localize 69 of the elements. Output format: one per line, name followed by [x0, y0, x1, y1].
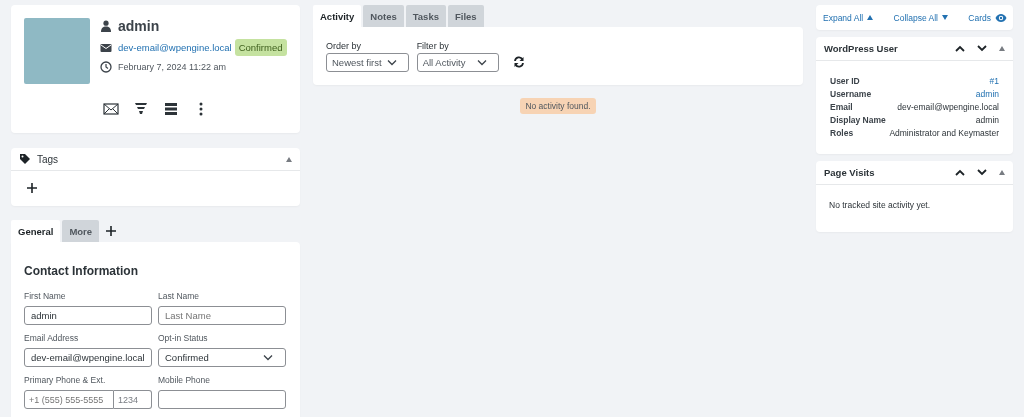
dropdown[interactable]: Confirmed	[158, 348, 286, 367]
chevron-down-icon[interactable]	[977, 169, 987, 176]
triangle-up-icon	[867, 15, 874, 20]
input-field[interactable]: Last Name	[158, 306, 286, 325]
field-label: Last Name	[158, 291, 201, 301]
extension-field[interactable]: 1234	[114, 390, 152, 409]
field-label: First Name	[24, 291, 67, 301]
field-label: Opt-in Status	[158, 333, 209, 343]
chevron-up-icon[interactable]	[955, 169, 965, 176]
tab[interactable]: General	[11, 220, 61, 242]
tab[interactable]: Activity	[313, 5, 362, 27]
card-title: Page Visits	[824, 167, 875, 178]
input-field[interactable]: admin	[24, 306, 152, 325]
chevron-up-icon[interactable]	[955, 45, 965, 52]
field-value: Administrator and Keymaster	[889, 128, 999, 138]
triangle-down-icon	[941, 15, 948, 20]
field-value: dev-email@wpengine.local	[897, 102, 999, 112]
status-badge: Confirmed	[234, 39, 287, 56]
field-value: admin	[975, 115, 999, 125]
field-label: User ID	[830, 76, 860, 86]
tab[interactable]: Files	[447, 5, 484, 27]
card-title: WordPress User	[824, 43, 898, 54]
list-icon[interactable]	[162, 101, 179, 117]
tab[interactable]: Notes	[363, 5, 404, 27]
person-icon	[100, 20, 112, 32]
email-link[interactable]: dev-email@wpengine.local	[118, 42, 232, 53]
tab[interactable]: More	[62, 220, 100, 242]
envelope-icon[interactable]	[102, 101, 119, 117]
funnel-icon[interactable]	[132, 101, 149, 117]
field-label: Mobile Phone	[158, 375, 211, 385]
dropdown[interactable]: Newest first	[326, 53, 409, 72]
tab[interactable]: Tasks	[405, 5, 446, 27]
photo-placeholder	[24, 18, 90, 84]
empty-message: No tracked site activity yet.	[828, 199, 932, 212]
chevron-down-icon	[386, 59, 397, 66]
envelope-icon	[100, 41, 112, 54]
field-label: Display Name	[830, 115, 886, 125]
toolbar-link[interactable]: Cards	[968, 11, 1007, 24]
panel-title: Tags	[37, 153, 59, 165]
phone-field[interactable]: +1 (555) 555-5555	[24, 390, 114, 409]
dropdown[interactable]: All Activity	[416, 53, 499, 72]
input-field[interactable]	[158, 390, 286, 409]
field-label: Username	[830, 89, 872, 99]
toolbar-link[interactable]: Expand All	[823, 12, 874, 23]
date-created: February 7, 2024 11:22 am	[118, 62, 226, 72]
filter-label: Filter by	[416, 41, 450, 51]
plus-icon[interactable]	[105, 225, 118, 237]
collapse-icon[interactable]	[999, 170, 1005, 175]
chevron-down-icon	[263, 354, 273, 361]
chevron-down-icon	[476, 59, 487, 66]
field-label: Roles	[830, 128, 854, 138]
section-heading: Contact Information	[24, 264, 139, 278]
collapse-icon[interactable]	[286, 156, 292, 162]
filter-label: Order by	[326, 41, 362, 51]
field-label: Primary Phone & Ext.	[24, 375, 107, 385]
field-label: Email	[830, 102, 853, 112]
empty-notice: No activity found.	[520, 98, 596, 114]
clock-icon	[100, 61, 112, 73]
value-link[interactable]: admin	[975, 89, 999, 99]
contact-name: admin	[118, 18, 160, 34]
plus-icon[interactable]	[26, 182, 38, 194]
toolbar-link[interactable]: Collapse All	[893, 12, 948, 23]
value-link[interactable]: #1	[989, 76, 999, 86]
eye-icon	[995, 11, 1007, 24]
chevron-down-icon[interactable]	[977, 45, 987, 52]
tag-icon	[19, 153, 31, 165]
input-field[interactable]: dev-email@wpengine.local	[24, 348, 152, 367]
collapse-icon[interactable]	[999, 46, 1005, 51]
field-label: Email Address	[24, 333, 80, 343]
